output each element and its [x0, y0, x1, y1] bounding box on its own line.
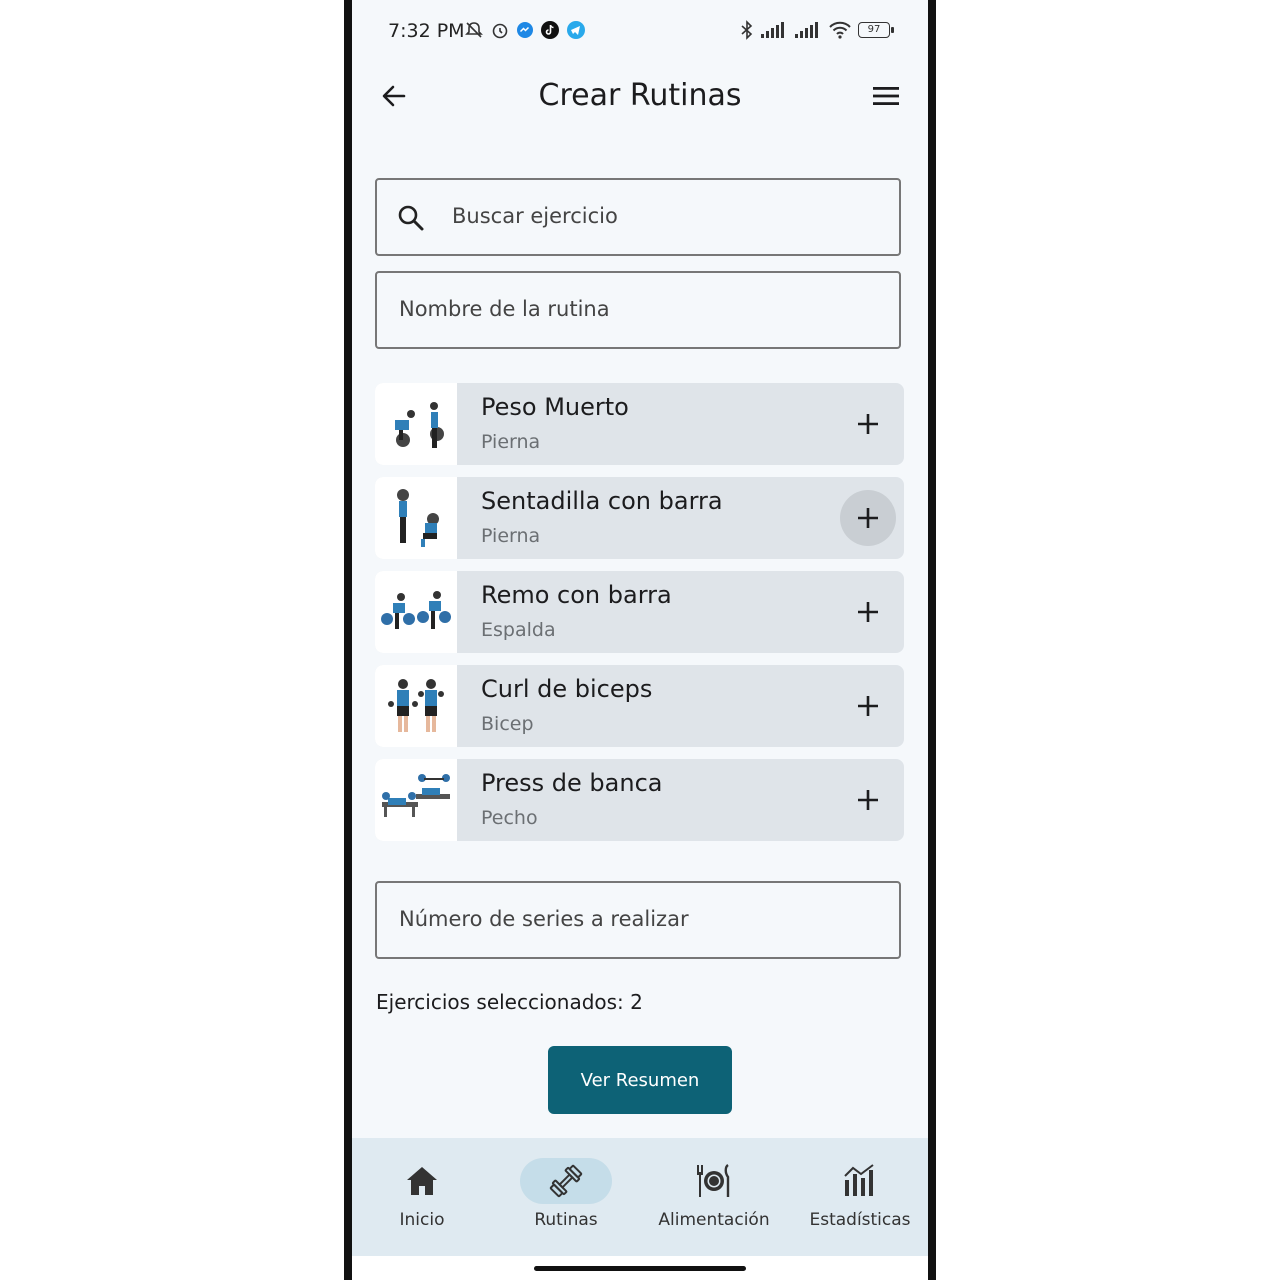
- exercise-thumbnail: [375, 383, 457, 465]
- exercise-item-press-banca[interactable]: Press de banca Pecho: [375, 759, 904, 841]
- bell-muted-icon: [465, 22, 483, 38]
- tiktok-icon: [541, 21, 559, 39]
- signal-icon-2: [795, 22, 818, 38]
- exercise-item-peso-muerto[interactable]: Peso Muerto Pierna: [375, 383, 904, 465]
- exercise-thumbnail: [375, 759, 457, 841]
- routine-name-placeholder: Nombre de la rutina: [399, 297, 610, 321]
- routine-name-field[interactable]: Nombre de la rutina: [375, 271, 901, 349]
- bottom-navigation: Inicio Rutinas Alimentación Estadísticas: [352, 1138, 928, 1256]
- exercise-category: Pierna: [481, 431, 541, 453]
- add-exercise-button[interactable]: [840, 772, 896, 828]
- exercise-thumbnail: [375, 571, 457, 653]
- stats-icon: [844, 1164, 874, 1196]
- exercise-name: Sentadilla con barra: [481, 487, 723, 515]
- notification-icons: [464, 20, 586, 40]
- nav-label: Inicio: [399, 1210, 445, 1230]
- hamburger-menu-icon: [873, 87, 899, 105]
- menu-button[interactable]: [868, 78, 904, 114]
- exercise-name: Remo con barra: [481, 581, 672, 609]
- home-indicator[interactable]: [534, 1266, 746, 1271]
- nav-item-alimentacion[interactable]: Alimentación: [644, 1138, 784, 1256]
- phone-bezel-left: [344, 0, 352, 1280]
- nav-item-inicio[interactable]: Inicio: [352, 1138, 492, 1256]
- selected-exercises-count: Ejercicios seleccionados: 2: [376, 990, 643, 1014]
- exercise-category: Pecho: [481, 807, 538, 829]
- telegram-icon: [567, 21, 585, 39]
- add-exercise-button[interactable]: [840, 678, 896, 734]
- messenger-icon: [517, 22, 533, 38]
- system-icons: 97: [740, 20, 894, 40]
- series-count-placeholder: Número de series a realizar: [399, 907, 689, 931]
- search-placeholder: Buscar ejercicio: [452, 204, 618, 228]
- dumbbell-icon: [549, 1164, 583, 1198]
- phone-bezel-right: [928, 0, 936, 1280]
- exercise-item-remo[interactable]: Remo con barra Espalda: [375, 571, 904, 653]
- exercise-name: Press de banca: [481, 769, 663, 797]
- signal-icon: [761, 22, 784, 38]
- battery-icon: 97: [858, 22, 894, 38]
- exercise-item-sentadilla[interactable]: Sentadilla con barra Pierna: [375, 477, 904, 559]
- wifi-icon: [829, 21, 851, 39]
- home-icon: [407, 1167, 437, 1195]
- plus-icon: [858, 508, 878, 528]
- exercise-category: Pierna: [481, 525, 541, 547]
- plus-icon: [858, 696, 878, 716]
- exercise-category: Espalda: [481, 619, 556, 641]
- plus-icon: [858, 790, 878, 810]
- plus-icon: [858, 414, 878, 434]
- exercise-name: Peso Muerto: [481, 393, 629, 421]
- alarm-icon: [492, 23, 508, 39]
- bluetooth-icon: [741, 20, 753, 40]
- status-time: 7:32 PM: [388, 20, 465, 42]
- plus-icon: [858, 602, 878, 622]
- nav-label: Rutinas: [534, 1210, 598, 1230]
- nav-label: Estadísticas: [809, 1210, 911, 1230]
- exercise-name: Curl de biceps: [481, 675, 653, 703]
- exercise-thumbnail: [375, 477, 457, 559]
- exercise-category: Bicep: [481, 713, 534, 735]
- add-exercise-button[interactable]: [840, 396, 896, 452]
- nav-item-rutinas[interactable]: Rutinas: [496, 1138, 636, 1256]
- search-input[interactable]: Buscar ejercicio: [375, 178, 901, 256]
- series-count-field[interactable]: Número de series a realizar: [375, 881, 901, 959]
- nav-item-estadisticas[interactable]: Estadísticas: [790, 1138, 928, 1256]
- app-screen: 7:32 PM 97 Crear Rutinas Buscar ejercici…: [352, 0, 928, 1280]
- exercise-item-curl[interactable]: Curl de biceps Bicep: [375, 665, 904, 747]
- app-bar: Crear Rutinas: [352, 60, 928, 132]
- add-exercise-button[interactable]: [840, 490, 896, 546]
- exercise-thumbnail: [375, 665, 457, 747]
- page-title: Crear Rutinas: [538, 78, 742, 113]
- status-bar: 7:32 PM 97: [352, 0, 928, 60]
- search-icon: [397, 204, 425, 236]
- view-summary-button[interactable]: Ver Resumen: [548, 1046, 732, 1114]
- plate-icon: [697, 1164, 730, 1197]
- nav-label: Alimentación: [658, 1210, 770, 1230]
- add-exercise-button[interactable]: [840, 584, 896, 640]
